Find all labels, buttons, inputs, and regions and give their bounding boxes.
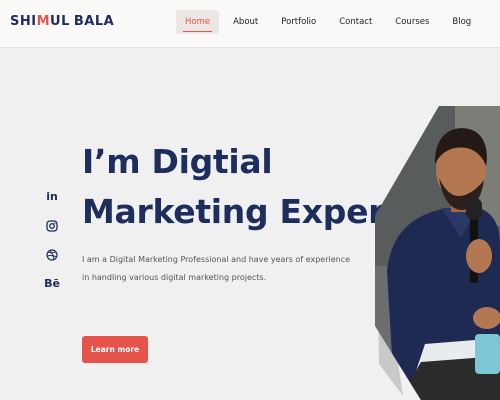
nav-item-portfolio[interactable]: Portfolio <box>272 10 325 34</box>
main-nav: Home About Portfolio Contact Courses Blo… <box>176 10 485 34</box>
linkedin-icon-glyph: in <box>46 190 58 203</box>
hero-description: I am a Digital Marketing Professional an… <box>82 255 351 282</box>
behance-icon-glyph: Bē <box>44 277 60 290</box>
nav-item-blog[interactable]: Blog <box>443 10 480 34</box>
linkedin-icon[interactable]: in <box>44 189 60 205</box>
logo-text-accent-m: M <box>36 14 51 29</box>
nav-item-contact[interactable]: Contact <box>330 10 381 34</box>
hero-headline-line1: I’m Digtial <box>82 142 273 181</box>
logo-text-part1: SHI <box>10 14 37 29</box>
logo-text-part3: BALA <box>73 14 115 29</box>
logo-text-part2: UL <box>50 14 70 29</box>
dribbble-icon-glyph <box>46 249 58 261</box>
top-navigation-bar: SHIMUL BALA Home About Portfolio Contact … <box>0 0 500 48</box>
brand-logo[interactable]: SHIMUL BALA <box>10 14 114 30</box>
nav-item-home[interactable]: Home <box>176 10 220 34</box>
instagram-icon-glyph <box>46 220 58 232</box>
hero-person-photo <box>375 106 500 400</box>
learn-more-button[interactable]: Learn more <box>82 336 148 363</box>
nav-item-courses[interactable]: Courses <box>386 10 438 34</box>
dribbble-icon[interactable] <box>44 247 60 263</box>
instagram-icon[interactable] <box>44 218 60 234</box>
hero-headline-line2: Marketing Expert <box>82 192 400 231</box>
behance-icon[interactable]: Bē <box>44 276 60 292</box>
nav-item-about[interactable]: About <box>224 10 267 34</box>
